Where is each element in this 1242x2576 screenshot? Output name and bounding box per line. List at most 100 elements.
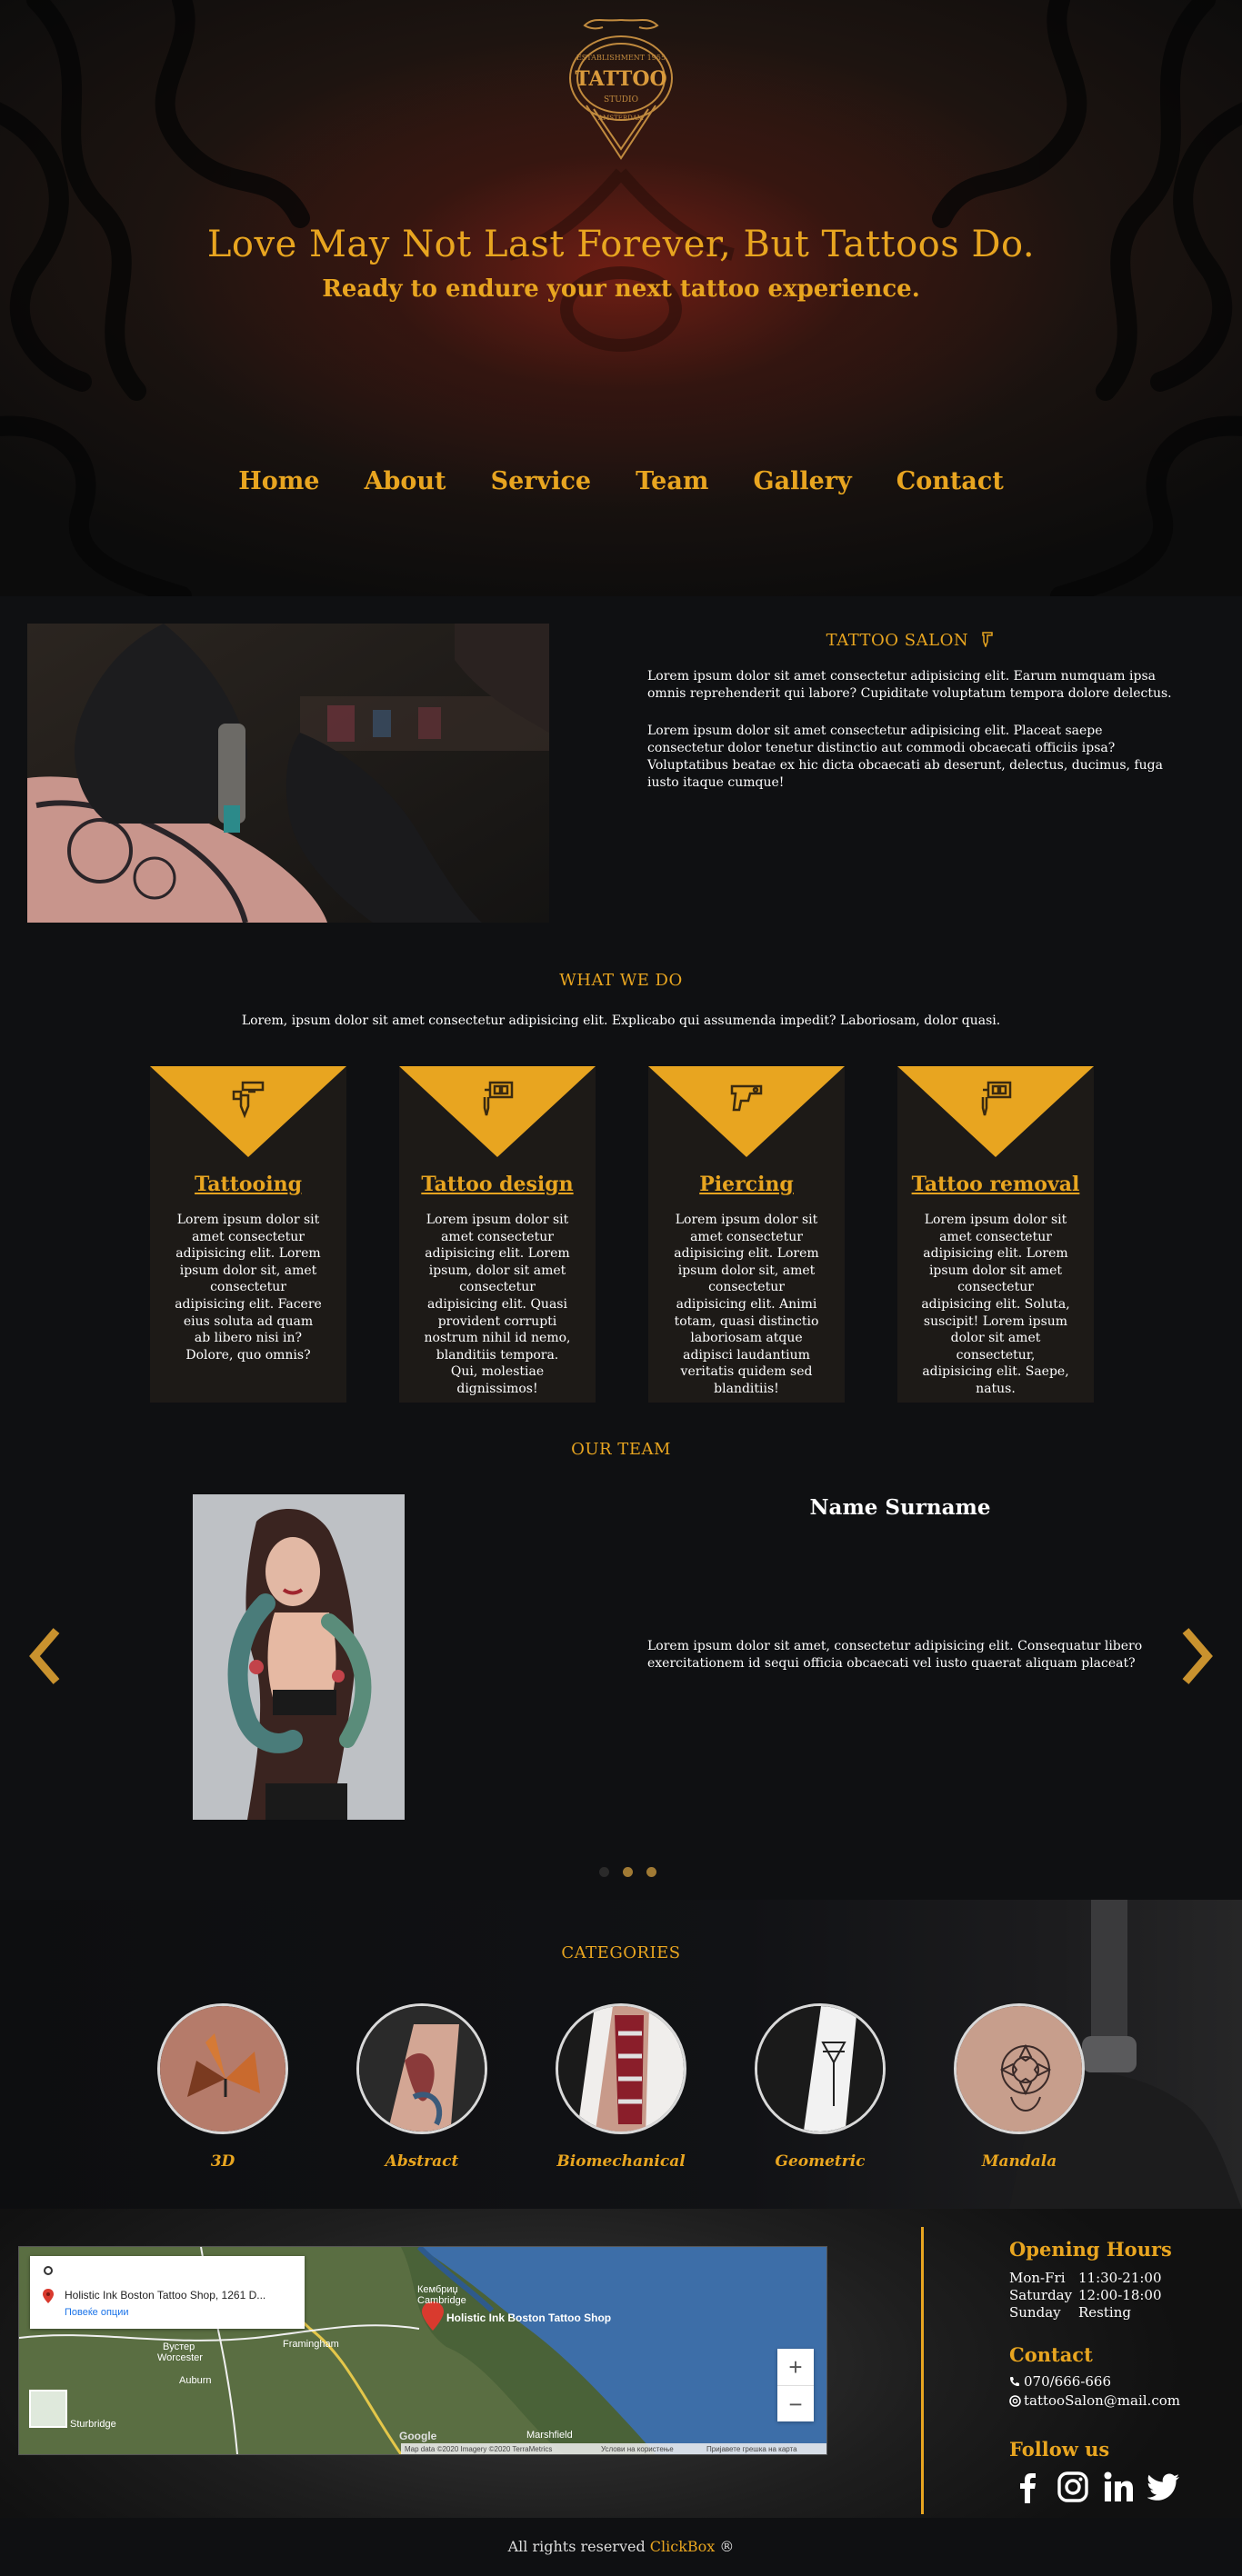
- facebook-icon[interactable]: [1011, 2471, 1044, 2503]
- card-text: Lorem ipsum dolor sit amet consectetur a…: [921, 1213, 1070, 1396]
- card-title[interactable]: Tattooing: [150, 1173, 346, 1196]
- nav-home[interactable]: Home: [238, 467, 319, 495]
- map-zoom-controls: + −: [777, 2349, 814, 2421]
- logo-top-text: ESTABLISHMENT 1955: [576, 54, 666, 62]
- services-title: WHAT WE DO: [559, 971, 683, 990]
- contact-email[interactable]: tattooSalon@mail.com: [1024, 2392, 1180, 2409]
- follow-us: Follow us: [1009, 2438, 1109, 2461]
- hours-row: Sunday Resting: [1009, 2304, 1172, 2321]
- hero-title: Love May Not Last Forever, But Tattoos D…: [206, 224, 1036, 265]
- category-3d[interactable]: 3D: [155, 2003, 291, 2171]
- map-pin-label: Holistic Ink Boston Tattoo Shop: [446, 2311, 611, 2324]
- carousel-dot-1[interactable]: [599, 1867, 609, 1877]
- category-abstract[interactable]: Abstract: [354, 2003, 490, 2171]
- logo-main-text: TATTOO: [575, 67, 666, 91]
- contact-phone-row: 070/666-666: [1009, 2373, 1180, 2391]
- carousel-dot-3[interactable]: [646, 1867, 657, 1877]
- tattoo-gun-icon: [232, 1081, 265, 1119]
- map-city-label: Cambridge: [417, 2295, 466, 2306]
- card-title[interactable]: Tattoo removal: [897, 1173, 1094, 1196]
- instagram-icon[interactable]: [1057, 2471, 1089, 2503]
- category-mandala[interactable]: Mandala: [951, 2003, 1087, 2171]
- copyright-brand[interactable]: ClickBox: [650, 2538, 716, 2555]
- hours-time: 11:30-21:00: [1078, 2270, 1162, 2286]
- team-member-photo: [193, 1494, 405, 1820]
- contact-title: Contact: [1009, 2343, 1093, 2366]
- map-zoom-out-button[interactable]: −: [777, 2385, 814, 2422]
- category-label[interactable]: Biomechanical: [553, 2152, 689, 2171]
- nav-service[interactable]: Service: [491, 467, 591, 495]
- logo-bottom-text: AMSTERDAM: [597, 115, 644, 122]
- at-icon: [1009, 2395, 1021, 2407]
- opening-hours-title: Opening Hours: [1009, 2238, 1172, 2261]
- main-nav: Home About Service Team Gallery Contact: [0, 467, 1242, 495]
- nav-contact[interactable]: Contact: [896, 467, 1004, 495]
- hours-row: Mon-Fri 11:30-21:00: [1009, 2270, 1172, 2287]
- card-text: Lorem ipsum dolor sit amet consectetur a…: [424, 1213, 571, 1396]
- hero-section: ESTABLISHMENT 1955 TATTOO STUDIO AMSTERD…: [0, 0, 1242, 596]
- about-image: [27, 624, 549, 923]
- category-label[interactable]: 3D: [155, 2152, 291, 2171]
- carousel-dot-2[interactable]: [623, 1867, 634, 1877]
- category-label[interactable]: Mandala: [951, 2152, 1087, 2171]
- map-more-options-link[interactable]: Повеќе опции: [65, 2307, 129, 2318]
- twitter-icon[interactable]: [1147, 2471, 1180, 2503]
- tattoo-machine-icon: [981, 1081, 1012, 1116]
- tattoo-machine-icon: [483, 1081, 514, 1116]
- contact-phone[interactable]: 070/666-666: [1024, 2373, 1111, 2390]
- team-title: OUR TEAM: [571, 1440, 671, 1459]
- card-text: Lorem ipsum dolor sit amet consectetur a…: [175, 1213, 322, 1363]
- card-title[interactable]: Tattoo design: [399, 1173, 596, 1196]
- hours-day: Mon-Fri: [1009, 2270, 1066, 2286]
- opening-hours: Opening Hours Mon-Fri 11:30-21:00 Saturda…: [1009, 2238, 1172, 2321]
- contact-info: Contact 070/666-666 tattooSalon@mail.com: [1009, 2343, 1180, 2410]
- map-city-label: Worcester: [157, 2352, 203, 2363]
- map-city-label: Auburn: [179, 2375, 211, 2386]
- category-label[interactable]: Geometric: [752, 2152, 888, 2171]
- carousel-next-arrow[interactable]: [1178, 1627, 1215, 1685]
- tattoo-machine-icon: [982, 632, 994, 649]
- category-image[interactable]: [157, 2003, 288, 2134]
- service-card-tattooing[interactable]: Tattooing Lorem ipsum dolor sit amet con…: [150, 1066, 346, 1403]
- about-paragraph-1: Lorem ipsum dolor sit amet consectetur a…: [647, 669, 1172, 701]
- card-text: Lorem ipsum dolor sit amet consectetur a…: [674, 1213, 819, 1396]
- google-logo: Google: [399, 2430, 437, 2442]
- studio-logo[interactable]: ESTABLISHMENT 1955 TATTOO STUDIO AMSTERD…: [539, 13, 703, 167]
- map-terms-link[interactable]: Услови на користење: [601, 2445, 674, 2453]
- category-image[interactable]: [954, 2003, 1085, 2134]
- map-satellite-toggle[interactable]: [29, 2390, 67, 2428]
- category-biomechanical[interactable]: Biomechanical: [553, 2003, 689, 2171]
- service-card-tattoo-removal[interactable]: Tattoo removal Lorem ipsum dolor sit ame…: [897, 1066, 1094, 1403]
- about-title: TATTOO SALON: [647, 631, 1173, 650]
- nav-gallery[interactable]: Gallery: [754, 467, 852, 495]
- hero-subtitle: Ready to endure your next tattoo experie…: [322, 275, 920, 303]
- carousel-prev-arrow[interactable]: [27, 1627, 64, 1685]
- card-title[interactable]: Piercing: [648, 1173, 845, 1196]
- services-intro: Lorem, ipsum dolor sit amet consectetur …: [241, 1013, 1001, 1028]
- linkedin-icon[interactable]: [1102, 2471, 1135, 2503]
- nav-team[interactable]: Team: [636, 467, 708, 495]
- map-zoom-in-button[interactable]: +: [777, 2349, 814, 2385]
- category-image[interactable]: [755, 2003, 886, 2134]
- hours-day: Sunday: [1009, 2304, 1061, 2321]
- service-card-tattoo-design[interactable]: Tattoo design Lorem ipsum dolor sit amet…: [399, 1066, 596, 1403]
- piercing-gun-icon: [730, 1084, 763, 1112]
- copyright-bar: All rights reserved ClickBox ®: [0, 2518, 1242, 2576]
- map-place-name: Holistic Ink Boston Tattoo Shop, 1261 D.…: [65, 2289, 266, 2301]
- follow-us-title: Follow us: [1009, 2438, 1110, 2461]
- category-geometric[interactable]: Geometric: [752, 2003, 888, 2171]
- team-member-bio: Lorem ipsum dolor sit amet, consectetur …: [647, 1639, 1143, 1671]
- nav-about[interactable]: About: [365, 467, 446, 495]
- about-paragraph-2: Lorem ipsum dolor sit amet consectetur a…: [647, 724, 1163, 790]
- carousel-dots: [595, 1863, 661, 1881]
- location-map[interactable]: Holistic Ink Boston Tattoo Shop Кембриџ …: [18, 2246, 827, 2455]
- categories-header: CATEGORIES: [0, 1943, 1242, 1962]
- service-card-piercing[interactable]: Piercing Lorem ipsum dolor sit amet cons…: [648, 1066, 845, 1403]
- map-report-link[interactable]: Пријавете грешка на карта: [706, 2445, 797, 2453]
- map-place-card: Holistic Ink Boston Tattoo Shop, 1261 D.…: [30, 2256, 305, 2329]
- category-image[interactable]: [356, 2003, 487, 2134]
- category-image[interactable]: [556, 2003, 686, 2134]
- map-attribution: Map data ©2020 Imagery ©2020 TerraMetric…: [405, 2445, 552, 2453]
- category-label[interactable]: Abstract: [354, 2152, 490, 2171]
- social-links: [1011, 2471, 1180, 2503]
